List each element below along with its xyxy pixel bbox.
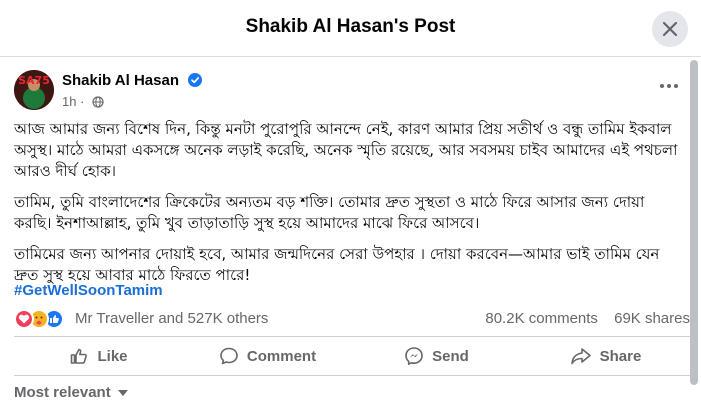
like-button[interactable]: Like [14,337,183,375]
action-bar: Like Comment Send Share [14,336,690,376]
dialog-title: Shakib Al Hasan's Post [245,16,456,37]
send-button[interactable]: Send [352,337,521,375]
comment-icon [220,347,238,365]
more-options-button[interactable] [655,76,683,96]
messenger-icon [405,347,423,365]
post-time[interactable]: 1h [62,94,76,109]
close-icon [662,21,678,37]
post-paragraph: তামিম, তুমি বাংলাদেশের ক্রিকেটের অন্যতম … [14,193,645,232]
author-name[interactable]: Shakib Al Hasan [62,72,179,89]
more-dot-icon [674,84,678,88]
post-scroll-area: SA75 Shakib Al Hasan 1h · আজ আমার জন্য ব… [0,58,701,412]
send-label: Send [432,347,469,365]
hashtag-link[interactable]: #GetWellSoonTamim [14,282,163,299]
meta-separator: · [80,94,85,109]
comment-label: Comment [246,347,317,365]
comments-count[interactable]: 80.2K comments [485,310,598,327]
avatar[interactable]: SA75 [14,70,54,110]
reaction-icons[interactable] [14,309,74,329]
share-button[interactable]: Share [521,337,690,375]
like-label: Like [97,347,128,365]
post-paragraph: তামিমের জন্য আপনার দোয়াই হবে, আমার জন্ম… [14,245,660,284]
dialog-header: Shakib Al Hasan's Post [0,0,701,57]
share-icon [570,348,591,365]
comment-sort-dropdown[interactable]: Most relevant [14,384,128,401]
shares-count[interactable]: 69K shares [614,310,690,327]
scrollbar-thumb[interactable] [690,60,698,385]
post-paragraph: আজ আমার জন্য বিশেষ দিন, কিন্তু মনটা পুরো… [14,120,678,180]
globe-icon [92,96,104,108]
caret-down-icon [117,390,128,396]
post-body: আজ আমার জন্য বিশেষ দিন, কিন্তু মনটা পুরো… [14,119,678,296]
avatar-logo-text: SA75 [18,74,50,87]
post-dialog: Shakib Al Hasan's Post SA75 Shakib Al Ha… [0,0,701,412]
engagement-counts: 80.2K comments 69K shares [473,310,690,327]
love-reaction-icon [14,309,34,329]
verified-badge-icon [188,73,203,87]
author-name-row: Shakib Al Hasan [62,72,203,89]
thumbs-up-icon [71,348,88,364]
more-dot-icon [667,84,671,88]
more-dot-icon [660,84,664,88]
share-label: Share [599,347,642,365]
comment-button[interactable]: Comment [183,337,352,375]
close-button[interactable] [652,11,688,47]
post-meta: 1h · [62,94,104,109]
reaction-summary[interactable]: Mr Traveller and 527K others [75,310,268,327]
sort-label: Most relevant [14,384,111,401]
reactions-bar: Mr Traveller and 527K others 80.2K comme… [14,308,690,330]
